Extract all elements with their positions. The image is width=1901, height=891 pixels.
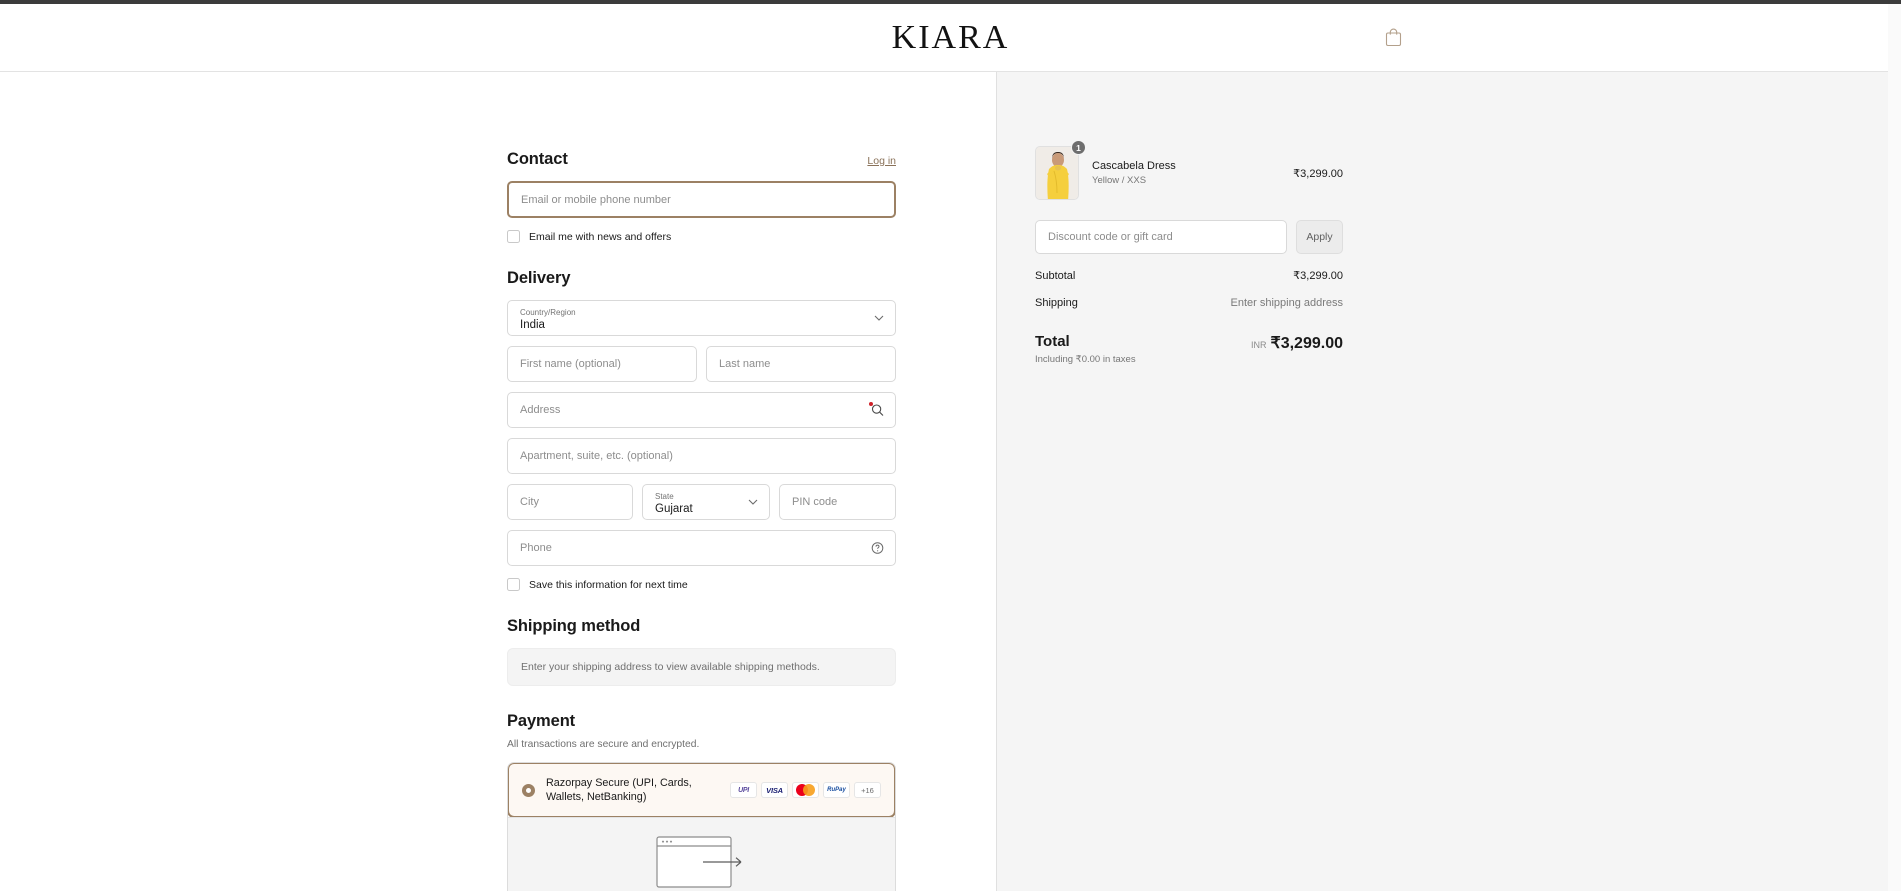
- razorpay-radio[interactable]: [522, 784, 535, 797]
- first-name-field[interactable]: First name (optional): [507, 346, 697, 382]
- save-info-label: Save this information for next time: [529, 579, 688, 591]
- line-item: 1 Cascabela Dress Yellow / XXS ₹3,299.00: [1035, 146, 1343, 200]
- shipping-value: Enter shipping address: [1230, 297, 1343, 309]
- pin-code-field[interactable]: PIN code: [779, 484, 896, 520]
- country-value: India: [520, 318, 545, 332]
- save-info-checkbox-row[interactable]: Save this information for next time: [507, 578, 896, 591]
- redirect-illustration-panel: After clicking "Pay now", you will be re…: [508, 817, 895, 891]
- payment-badges: UPI VISA RuPay +16: [730, 782, 881, 798]
- help-circle-icon[interactable]: [871, 542, 884, 555]
- total-note: Including ₹0.00 in taxes: [1035, 354, 1136, 365]
- subtotal-label: Subtotal: [1035, 270, 1075, 282]
- country-label: Country/Region: [520, 307, 576, 318]
- city-field[interactable]: City: [507, 484, 633, 520]
- payment-title: Payment: [507, 712, 896, 731]
- city-placeholder: City: [520, 496, 539, 508]
- subtotal-value: ₹3,299.00: [1293, 269, 1343, 282]
- email-field[interactable]: Email or mobile phone number: [507, 181, 896, 218]
- newsletter-checkbox[interactable]: [507, 230, 520, 243]
- checkout-form: Contact Log in Email or mobile phone num…: [507, 72, 896, 891]
- checkout-page: KIARA Contact Log in Email or mobile pho…: [0, 4, 1901, 891]
- discount-code-input[interactable]: Discount code or gift card: [1035, 220, 1287, 254]
- last-name-placeholder: Last name: [719, 358, 770, 370]
- product-name: Cascabela Dress: [1092, 160, 1280, 172]
- email-placeholder: Email or mobile phone number: [521, 194, 671, 206]
- first-name-placeholder: First name (optional): [520, 358, 621, 370]
- name-row: First name (optional) Last name: [507, 346, 896, 382]
- search-icon[interactable]: [871, 404, 884, 417]
- chevron-down-icon: [748, 499, 758, 505]
- newsletter-checkbox-row[interactable]: Email me with news and offers: [507, 230, 896, 243]
- shipping-method-notice: Enter your shipping address to view avai…: [507, 648, 896, 686]
- delivery-title: Delivery: [507, 269, 896, 288]
- quantity-badge: 1: [1071, 140, 1086, 155]
- page-scrollbar[interactable]: [1888, 4, 1901, 891]
- save-info-checkbox[interactable]: [507, 578, 520, 591]
- checkout-form-column: Contact Log in Email or mobile phone num…: [0, 72, 996, 891]
- address-field[interactable]: Address: [507, 392, 896, 428]
- payment-options: Razorpay Secure (UPI, Cards, Wallets, Ne…: [507, 762, 896, 891]
- state-label: State: [655, 491, 674, 502]
- chevron-down-icon: [874, 315, 884, 321]
- state-select[interactable]: State Gujarat: [642, 484, 770, 520]
- browser-redirect-icon: [656, 836, 748, 888]
- city-state-pin-row: City State Gujarat PIN code: [507, 484, 896, 520]
- visa-badge: VISA: [761, 782, 788, 798]
- contact-header: Contact Log in: [507, 150, 896, 169]
- shipping-method-title: Shipping method: [507, 617, 896, 636]
- phone-field[interactable]: Phone: [507, 530, 896, 566]
- country-select[interactable]: Country/Region India: [507, 300, 896, 336]
- login-link[interactable]: Log in: [867, 155, 896, 167]
- contact-title: Contact: [507, 150, 568, 169]
- discount-row: Discount code or gift card Apply: [1035, 220, 1343, 254]
- pin-code-placeholder: PIN code: [792, 496, 837, 508]
- total-label: Total: [1035, 333, 1136, 350]
- order-summary-column: 1 Cascabela Dress Yellow / XXS ₹3,299.00…: [996, 72, 1901, 891]
- upi-badge: UPI: [730, 782, 757, 798]
- apply-discount-button[interactable]: Apply: [1296, 220, 1343, 254]
- phone-placeholder: Phone: [520, 542, 552, 554]
- total-row: Total Including ₹0.00 in taxes INR ₹3,299…: [1035, 333, 1343, 365]
- product-thumbnail: [1035, 146, 1079, 200]
- payment-option-razorpay[interactable]: Razorpay Secure (UPI, Cards, Wallets, Ne…: [507, 762, 896, 818]
- product-variant: Yellow / XXS: [1092, 175, 1280, 186]
- order-summary: 1 Cascabela Dress Yellow / XXS ₹3,299.00…: [1035, 146, 1343, 365]
- product-thumbnail-wrap: 1: [1035, 146, 1079, 200]
- product-price: ₹3,299.00: [1293, 167, 1343, 180]
- razorpay-label: Razorpay Secure (UPI, Cards, Wallets, Ne…: [546, 776, 719, 804]
- total-value: ₹3,299.00: [1271, 335, 1343, 352]
- shipping-label: Shipping: [1035, 297, 1078, 309]
- apartment-field[interactable]: Apartment, suite, etc. (optional): [507, 438, 896, 474]
- total-currency: INR: [1251, 340, 1267, 350]
- apartment-placeholder: Apartment, suite, etc. (optional): [520, 450, 673, 462]
- address-placeholder: Address: [520, 404, 560, 416]
- site-header: KIARA: [0, 4, 1901, 72]
- discount-placeholder: Discount code or gift card: [1048, 231, 1173, 243]
- cart-icon[interactable]: [1380, 25, 1406, 51]
- subtotal-line: Subtotal ₹3,299.00: [1035, 269, 1343, 282]
- state-value: Gujarat: [655, 502, 693, 516]
- checkout-body: Contact Log in Email or mobile phone num…: [0, 72, 1901, 891]
- rupay-badge: RuPay: [823, 782, 850, 798]
- payment-subtitle: All transactions are secure and encrypte…: [507, 739, 896, 750]
- newsletter-label: Email me with news and offers: [529, 231, 671, 243]
- more-methods-badge: +16: [854, 782, 881, 798]
- product-info: Cascabela Dress Yellow / XXS: [1092, 160, 1280, 186]
- mastercard-badge: [792, 782, 819, 798]
- store-logo[interactable]: KIARA: [892, 19, 1010, 57]
- shipping-line: Shipping Enter shipping address: [1035, 297, 1343, 309]
- last-name-field[interactable]: Last name: [706, 346, 896, 382]
